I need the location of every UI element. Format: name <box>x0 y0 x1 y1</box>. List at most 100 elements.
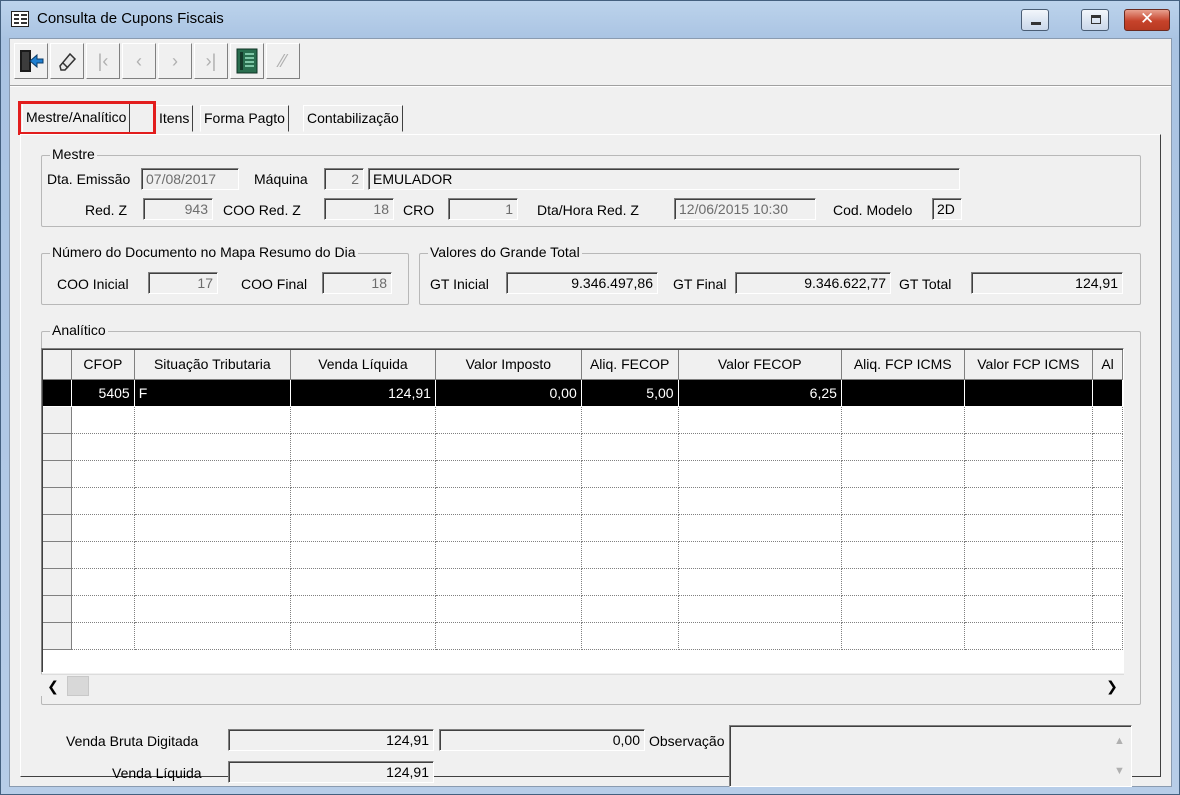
mapa-resumo-group: Número do Documento no Mapa Resumo do Di… <box>41 244 409 305</box>
tab-itens[interactable]: Itens <box>155 105 194 132</box>
tab-label: Mestre/Analítico <box>26 109 127 125</box>
gt-final-label: GT Final <box>673 276 727 292</box>
gt-final-field: 9.346.622,77 <box>735 272 891 294</box>
maximize-button[interactable] <box>1081 9 1109 31</box>
tab-label: Contabilização <box>307 110 399 126</box>
col-header-situacao[interactable]: Situação Tributaria <box>134 350 291 380</box>
col-header-valor-fecop[interactable]: Valor FECOP <box>678 350 842 380</box>
eraser-icon <box>59 52 77 71</box>
redz-label: Red. Z <box>85 202 128 218</box>
last-record-button[interactable]: ›| <box>194 43 228 79</box>
window-title: Consulta de Cupons Fiscais <box>37 10 224 27</box>
cro-field: 1 <box>448 198 518 220</box>
dta-hora-redz-label: Dta/Hora Red. Z <box>537 202 639 218</box>
scroll-right-icon[interactable]: ❯ <box>1102 676 1122 696</box>
close-button[interactable]: ✕ <box>1124 9 1170 31</box>
cell-cfop: 5405 <box>71 379 135 407</box>
next-record-button[interactable]: › <box>158 43 192 79</box>
table-row[interactable] <box>43 406 1123 434</box>
previous-record-icon: ‹ <box>136 51 142 71</box>
grande-total-group-label: Valores do Grande Total <box>428 244 582 260</box>
tab-contabilizacao[interactable]: Contabilização <box>303 105 403 132</box>
minimize-button[interactable] <box>1021 9 1049 31</box>
redz-field: 943 <box>143 198 213 220</box>
tab-label: Forma Pagto <box>204 110 285 126</box>
venda-bruta-label: Venda Bruta Digitada <box>66 733 199 749</box>
tab-label: Itens <box>159 110 190 126</box>
cod-modelo-field: 2D <box>932 198 962 220</box>
table-row[interactable] <box>43 514 1123 542</box>
tab-page-mestre-analitico: Mestre Dta. Emissão 07/08/2017 Máquina 2… <box>20 134 1161 787</box>
observacao-textarea[interactable]: ▲ ▼ <box>729 725 1132 787</box>
coo-inicial-label: COO Inicial <box>57 276 129 292</box>
analitico-group-label: Analítico <box>50 322 108 338</box>
table-row[interactable] <box>43 460 1123 488</box>
scroll-thumb[interactable] <box>67 676 89 696</box>
gt-inicial-label: GT Inicial <box>430 276 489 292</box>
reprocess-button[interactable]: ⁄⁄ <box>266 43 300 79</box>
table-row[interactable] <box>43 433 1123 461</box>
first-record-icon: |‹ <box>97 51 109 71</box>
venda-liquida-field: 124,91 <box>228 761 434 783</box>
cro-label: CRO <box>403 202 435 218</box>
dta-emissao-label: Dta. Emissão <box>47 171 131 187</box>
col-header-aliq-fcp-icms[interactable]: Aliq. FCP ICMS <box>841 350 965 380</box>
col-header-venda-liquida[interactable]: Venda Líquida <box>290 350 436 380</box>
table-row[interactable] <box>43 622 1123 650</box>
maquina-name-field: EMULADOR <box>368 168 960 190</box>
eraser-button[interactable] <box>50 43 84 79</box>
analitico-grid[interactable]: CFOP Situação Tributaria Venda Líquida V… <box>41 348 1124 673</box>
exit-button[interactable] <box>14 43 48 79</box>
coo-redz-label: COO Red. Z <box>223 202 301 218</box>
observacao-label: Observação <box>649 733 725 749</box>
gt-total-label: GT Total <box>899 276 952 292</box>
close-icon: ✕ <box>1140 9 1155 28</box>
table-row[interactable] <box>43 568 1123 596</box>
table-row[interactable] <box>43 595 1123 623</box>
col-header-cfop[interactable]: CFOP <box>71 350 135 380</box>
col-header-aliq-fecop[interactable]: Aliq. FECOP <box>581 350 679 380</box>
coo-final-label: COO Final <box>241 276 308 292</box>
cell-aliq-fecop: 5,00 <box>581 379 679 407</box>
col-header-al[interactable]: Al <box>1092 350 1123 380</box>
next-record-icon: › <box>172 51 178 71</box>
reprocess-icon: ⁄⁄ <box>279 51 286 71</box>
row-indicator <box>43 379 73 407</box>
dta-emissao-field: 07/08/2017 <box>141 168 239 190</box>
cell-situacao: F <box>134 379 291 407</box>
col-header-valor-fcp-icms[interactable]: Valor FCP ICMS <box>964 350 1094 380</box>
title-bar: Consulta de Cupons Fiscais ✕ <box>1 1 1179 37</box>
document-button[interactable] <box>230 43 264 79</box>
coo-redz-field: 18 <box>324 198 394 220</box>
table-row[interactable] <box>43 541 1123 569</box>
exit-icon <box>20 50 44 72</box>
toolbar-divider <box>10 85 1171 87</box>
table-row[interactable] <box>43 487 1123 515</box>
table-row[interactable]: 5405 F 124,91 0,00 5,00 6,25 <box>43 379 1123 407</box>
desconto-field: 0,00 <box>439 729 645 751</box>
col-header-valor-imposto[interactable]: Valor Imposto <box>435 350 582 380</box>
tab-mestre-analitico[interactable]: Mestre/Analítico <box>22 101 131 133</box>
grid-header-row: CFOP Situação Tributaria Venda Líquida V… <box>43 350 1123 380</box>
previous-record-button[interactable]: ‹ <box>122 43 156 79</box>
scroll-up-icon[interactable]: ▲ <box>1114 735 1125 747</box>
cell-al <box>1092 379 1123 407</box>
horizontal-scrollbar[interactable]: ❮ ❯ <box>41 674 1124 696</box>
observacao-scrollbar[interactable]: ▲ ▼ <box>1110 727 1130 785</box>
cell-aliq-fcp-icms <box>841 379 965 407</box>
grid-corner <box>43 350 73 380</box>
maximize-icon <box>1091 15 1101 24</box>
main-window: Consulta de Cupons Fiscais ✕ |‹ ‹ › ›| ⁄… <box>0 0 1180 795</box>
scroll-down-icon[interactable]: ▼ <box>1114 765 1125 777</box>
venda-liquida-label: Venda Líquida <box>112 765 202 781</box>
tab-forma-pagto[interactable]: Forma Pagto <box>200 105 289 132</box>
dta-hora-redz-field: 12/06/2015 10:30 <box>674 198 816 220</box>
venda-bruta-field: 124,91 <box>228 729 434 751</box>
cell-venda-liquida: 124,91 <box>290 379 436 407</box>
mestre-group-label: Mestre <box>50 146 97 162</box>
scroll-left-icon[interactable]: ❮ <box>43 676 63 696</box>
gt-inicial-field: 9.346.497,86 <box>506 272 658 294</box>
coo-inicial-field: 17 <box>148 272 218 294</box>
minimize-icon <box>1031 22 1041 25</box>
first-record-button[interactable]: |‹ <box>86 43 120 79</box>
